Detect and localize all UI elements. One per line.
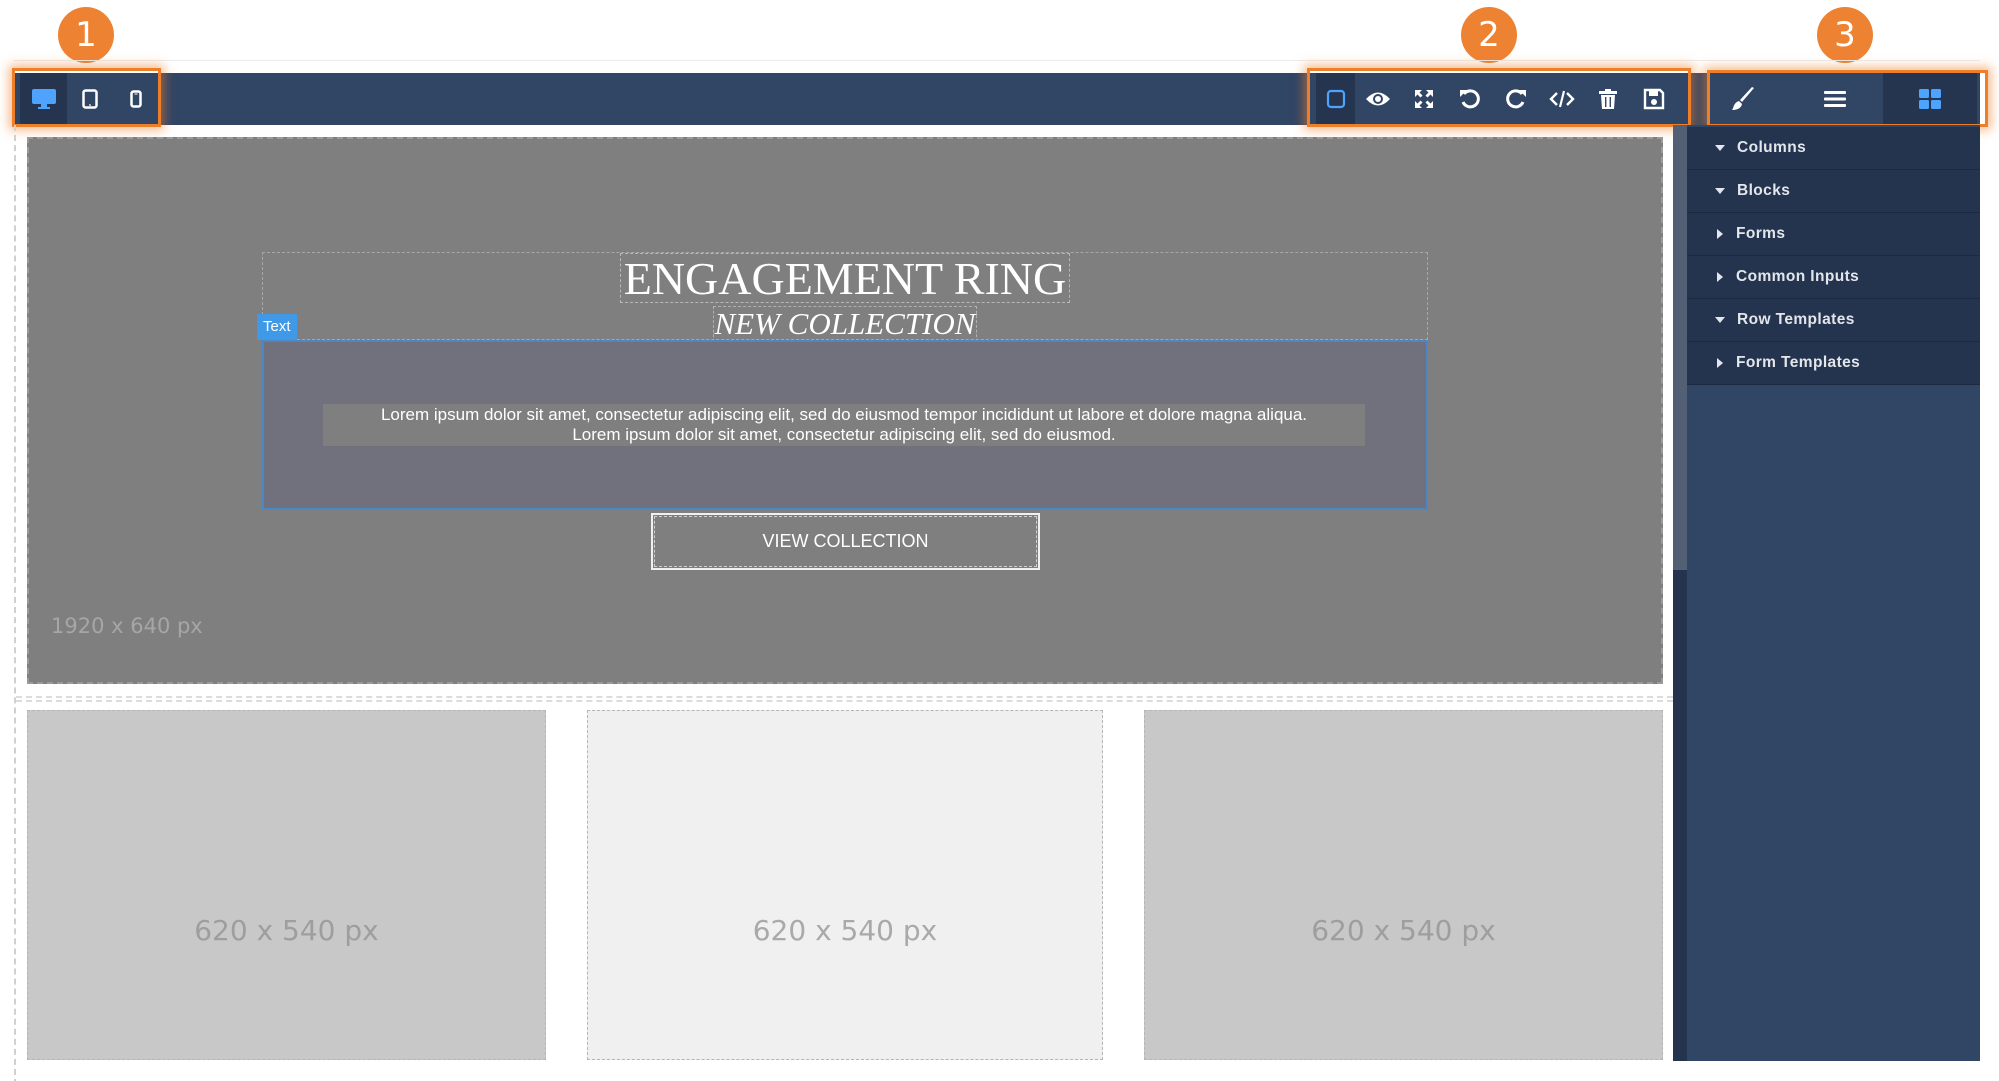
hero-image-size-label: 1920 x 640 px: [51, 614, 203, 638]
image-size-label: 620 x 540 px: [1311, 914, 1496, 947]
top-divider: [14, 60, 1980, 61]
callout-frame-actions-toolbar: [1307, 68, 1691, 127]
hero-body-text[interactable]: Lorem ipsum dolor sit amet, consectetur …: [323, 404, 1365, 446]
caret-right-icon: [1717, 358, 1723, 368]
body-line-1: Lorem ipsum dolor sit amet, consectetur …: [380, 405, 1308, 424]
image-placeholder-3[interactable]: 620 x 540 px: [1144, 710, 1663, 1060]
block-category-label: Row Templates: [1737, 311, 1855, 328]
body-line-2: Lorem ipsum dolor sit amet, consectetur …: [572, 425, 1116, 444]
callout-badge-1: 1: [58, 7, 114, 63]
image-size-label: 620 x 540 px: [752, 914, 938, 947]
block-category-forms[interactable]: Forms: [1687, 213, 1980, 256]
block-category-blocks[interactable]: Blocks: [1687, 170, 1980, 213]
callout-badge-2: 2: [1461, 7, 1517, 63]
block-category-label: Common Inputs: [1736, 268, 1860, 285]
callout-frame-panel-tabs: [1707, 70, 1988, 127]
block-category-label: Columns: [1737, 139, 1807, 156]
block-category-row-templates[interactable]: Row Templates: [1687, 299, 1980, 342]
block-category-common-inputs[interactable]: Common Inputs: [1687, 256, 1980, 299]
image-size-label: 620 x 540 px: [194, 914, 379, 947]
hero-subtitle[interactable]: NEW COLLECTION: [713, 306, 977, 342]
block-category-label: Form Templates: [1736, 354, 1861, 371]
callout-frame-device-toolbar: [12, 68, 161, 127]
row-separator: [16, 696, 1673, 702]
block-category-columns[interactable]: Columns: [1687, 127, 1980, 170]
image-placeholder-1[interactable]: 620 x 540 px: [27, 710, 546, 1060]
block-category-label: Blocks: [1737, 182, 1791, 199]
selected-component-badge: Text: [257, 314, 297, 340]
block-category-label: Forms: [1736, 225, 1786, 242]
caret-right-icon: [1717, 229, 1723, 239]
block-category-form-templates[interactable]: Form Templates: [1687, 342, 1980, 385]
caret-down-icon: [1715, 145, 1725, 151]
canvas-scrollbar-thumb[interactable]: [1673, 125, 1687, 570]
hero-title[interactable]: ENGAGEMENT RING: [620, 253, 1070, 304]
view-collection-button[interactable]: VIEW COLLECTION: [651, 513, 1040, 570]
caret-right-icon: [1717, 272, 1723, 282]
caret-down-icon: [1715, 188, 1725, 194]
caret-down-icon: [1715, 317, 1725, 323]
callout-badge-3: 3: [1817, 7, 1873, 63]
image-placeholder-2[interactable]: 620 x 540 px: [587, 710, 1103, 1060]
